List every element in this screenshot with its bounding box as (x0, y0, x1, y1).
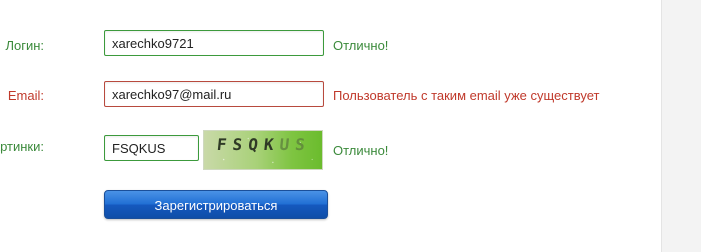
page-right-margin (661, 0, 701, 252)
email-status-message: Пользователь с таким email уже существуе… (333, 88, 600, 103)
captcha-label: д с картинки: (0, 139, 44, 154)
captcha-status-message: Отлично! (333, 143, 389, 158)
login-row: Логин: Отлично! (0, 30, 661, 60)
email-label: Email: (7, 88, 44, 103)
login-status-message: Отлично! (333, 38, 389, 53)
captcha-input[interactable] (104, 135, 199, 161)
email-input[interactable] (104, 81, 324, 107)
login-label: Логин: (5, 38, 44, 53)
login-input[interactable] (104, 30, 324, 56)
captcha-text-main: FSQK (216, 135, 281, 154)
register-button[interactable]: Зарегистрироваться (104, 190, 328, 219)
captcha-image: FSQKUS (203, 130, 323, 170)
captcha-row: д с картинки: Отлично! (0, 130, 661, 170)
captcha-text: FSQKUS (216, 135, 312, 154)
captcha-text-faded: US (278, 135, 312, 154)
email-row: Email: Пользователь с таким email уже су… (0, 80, 661, 110)
